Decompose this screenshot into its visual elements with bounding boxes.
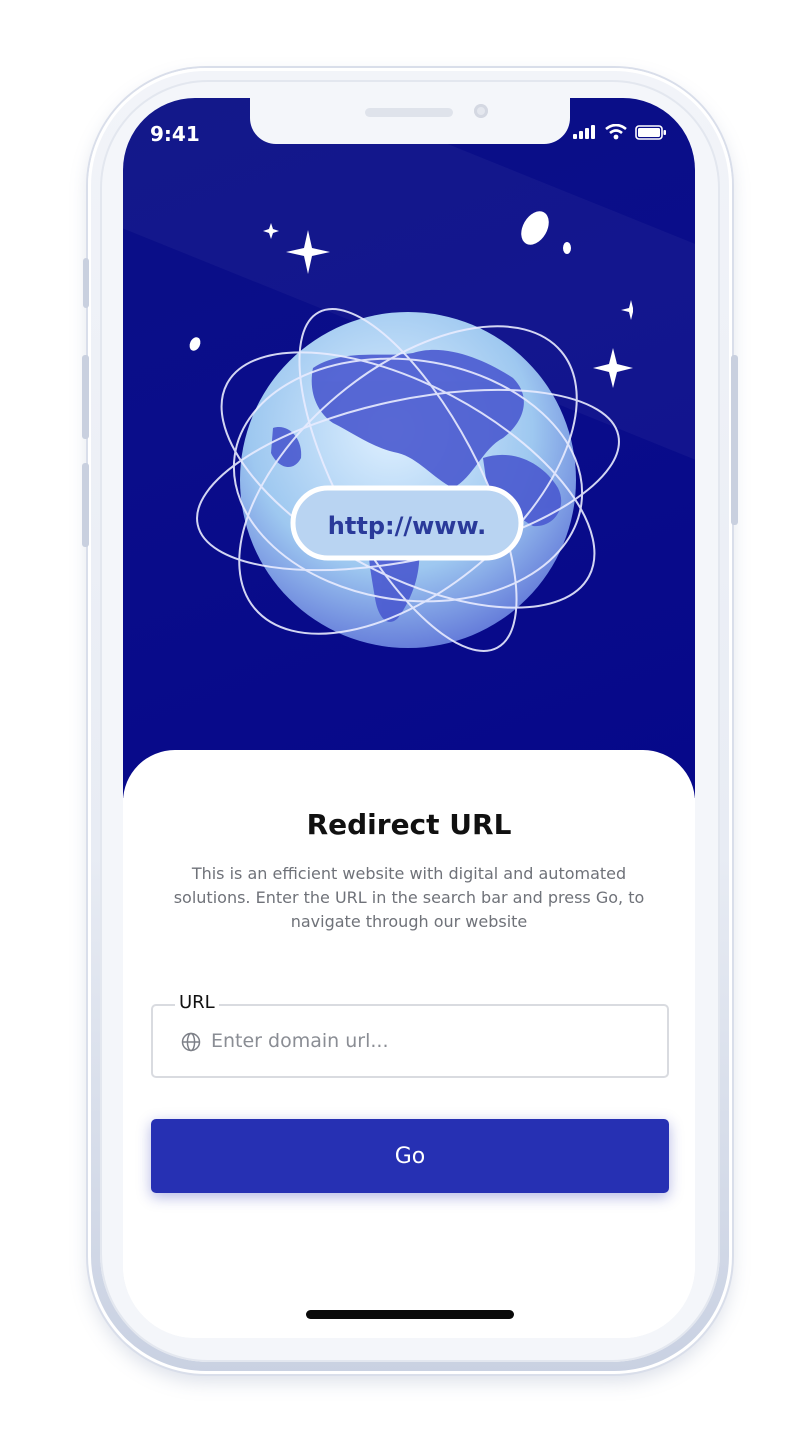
url-input[interactable] [209, 1022, 653, 1060]
sparkle-icon [593, 348, 633, 388]
moon-shape [521, 211, 549, 245]
star-dot [189, 337, 201, 351]
url-field[interactable]: URL [151, 992, 669, 1078]
notch [250, 98, 570, 144]
url-field-label: URL [175, 992, 219, 1013]
status-time: 9:41 [150, 122, 200, 146]
url-badge-text: http://www. [328, 512, 486, 540]
page-description: This is an efficient website with digita… [173, 864, 645, 931]
home-indicator[interactable] [306, 1310, 514, 1319]
power-button [731, 355, 738, 525]
status-icons [573, 124, 667, 140]
wifi-icon [605, 124, 627, 140]
page-title: Redirect URL [306, 808, 512, 841]
volume-up-button [82, 355, 89, 439]
camera [474, 104, 488, 118]
content-card: Redirect URL This is an efficient websit… [123, 750, 695, 1338]
globe-illustration: http://www. [189, 211, 633, 652]
sparkle-icon [286, 230, 330, 274]
phone-screen: http://www. 9:41 Redirect URL This is an… [123, 98, 695, 1338]
sparkle-icon [621, 300, 633, 320]
silent-switch [83, 258, 89, 308]
sparkle-icon [263, 223, 279, 239]
speaker-grille [365, 108, 453, 117]
battery-icon [635, 124, 666, 140]
globe-icon [181, 1032, 201, 1052]
signal-icon [573, 125, 595, 139]
go-button[interactable]: Go [151, 1119, 669, 1193]
volume-down-button [82, 463, 89, 547]
hero-section: http://www. [123, 98, 695, 798]
star-dot [563, 242, 571, 254]
